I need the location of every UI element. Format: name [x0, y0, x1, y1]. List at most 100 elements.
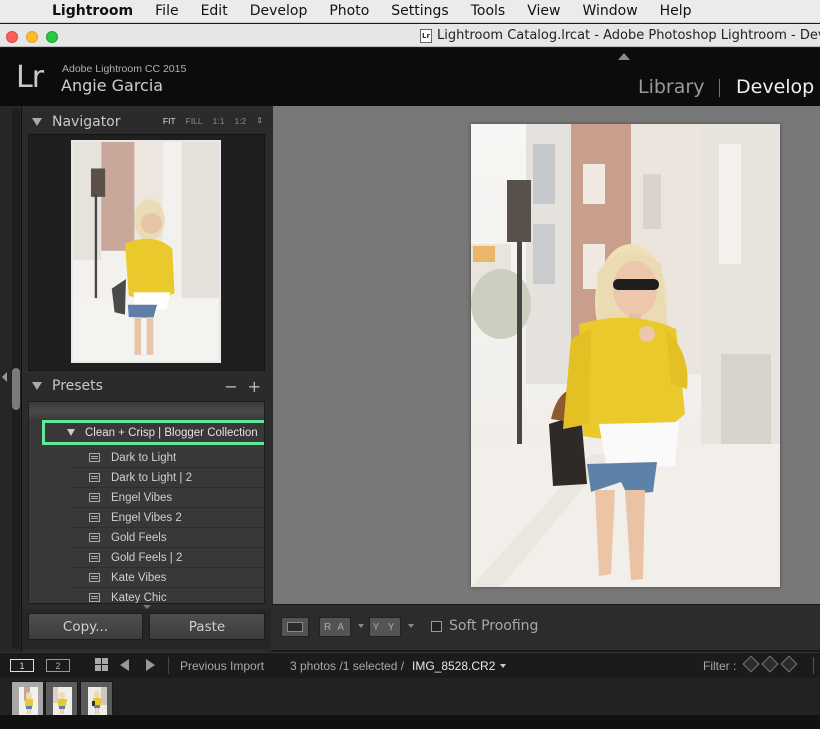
filmstrip-photo-count: 3 photos /1 selected /	[290, 659, 405, 673]
menu-app-name[interactable]: Lightroom	[40, 3, 144, 19]
disclosure-triangle-icon[interactable]	[32, 382, 42, 390]
filmstrip-thumbnail[interactable]	[11, 681, 44, 719]
grid-view-icon[interactable]	[95, 658, 108, 671]
collapse-top-panel-icon[interactable]	[618, 53, 630, 60]
before-after-left-right-button[interactable]: R A	[319, 617, 351, 637]
filter-flag-icons[interactable]	[742, 655, 798, 673]
loupe-view-button[interactable]	[281, 617, 309, 637]
filmstrip-current-file[interactable]: IMG_8528.CR2	[412, 659, 495, 673]
add-preset-button[interactable]: +	[248, 377, 261, 396]
left-panel: Navigator FIT FILL 1:1 1:2 ⇕ Presets − +…	[22, 106, 271, 652]
document-icon: Lr	[420, 28, 432, 43]
preset-item[interactable]: Gold Feels | 2	[69, 548, 264, 568]
menu-tools[interactable]: Tools	[460, 3, 517, 19]
product-name: Adobe Lightroom CC 2015	[62, 63, 187, 75]
preset-item[interactable]: Gold Feels	[69, 528, 264, 548]
filmstrip-thumbnail[interactable]	[80, 681, 113, 719]
preset-folder[interactable]: Clean + Crisp | Blogger Collection	[42, 420, 264, 445]
filmstrip-scroll-area[interactable]	[0, 715, 820, 729]
collapse-left-panel-icon[interactable]	[2, 372, 7, 382]
preset-label: Gold Feels	[111, 531, 167, 544]
preset-icon	[89, 593, 100, 602]
module-library[interactable]: Library	[638, 76, 704, 98]
secondary-window-button[interactable]: 2	[46, 659, 70, 672]
filmstrip-thumbnail[interactable]	[45, 681, 78, 719]
forward-arrow-icon[interactable]	[146, 659, 155, 671]
mac-menubar: Lightroom File Edit Develop Photo Settin…	[0, 0, 820, 23]
zoom-fill[interactable]: FILL	[186, 116, 203, 126]
thumbnail-photo	[19, 687, 38, 715]
navigator-preview-area[interactable]	[28, 134, 265, 371]
preset-item[interactable]: Engel Vibes 2	[69, 508, 264, 528]
menu-file[interactable]: File	[144, 3, 189, 19]
module-develop[interactable]: Develop	[736, 76, 814, 98]
flag-filter-icon[interactable]	[761, 655, 779, 673]
disclosure-triangle-icon[interactable]	[32, 118, 42, 126]
filmstrip-source[interactable]: Previous Import	[180, 659, 264, 673]
preset-label: Katey Chic	[111, 591, 167, 604]
zoom-1-1[interactable]: 1:1	[213, 116, 225, 126]
main-window-button[interactable]: 1	[10, 659, 34, 672]
preset-label: Gold Feels | 2	[111, 551, 183, 564]
presets-list[interactable]: Clean + Crisp | Blogger Collection Dark …	[28, 401, 265, 604]
folder-disclosure-icon[interactable]	[67, 429, 75, 436]
menu-window[interactable]: Window	[571, 3, 648, 19]
preset-icon	[89, 513, 100, 522]
flag-filter-icon[interactable]	[780, 655, 798, 673]
zoom-fit[interactable]: FIT	[163, 116, 176, 126]
window-title: Lr Lightroom Catalog.lrcat - Adobe Photo…	[420, 28, 820, 43]
navigator-zoom-options: FIT FILL 1:1 1:2 ⇕	[153, 116, 263, 126]
loupe-view-icon	[287, 622, 303, 632]
preset-folder-label: Clean + Crisp | Blogger Collection	[85, 426, 258, 439]
preset-item[interactable]: Engel Vibes	[69, 488, 264, 508]
divider	[168, 657, 169, 674]
window-title-text: Lightroom Catalog.lrcat - Adobe Photosho…	[437, 28, 820, 43]
zoom-stepper-icon[interactable]: ⇕	[256, 116, 263, 126]
minimize-window-button[interactable]	[26, 31, 38, 43]
soft-proofing-label[interactable]: Soft Proofing	[449, 618, 538, 634]
menu-edit[interactable]: Edit	[190, 3, 239, 19]
menu-help[interactable]: Help	[649, 3, 703, 19]
identity-plate-bar: Lr Adobe Lightroom CC 2015 Angie Garcia …	[0, 48, 820, 106]
flag-filter-icon[interactable]	[742, 655, 760, 673]
menu-settings[interactable]: Settings	[380, 3, 459, 19]
before-after-top-bottom-button[interactable]: Y Y	[369, 617, 401, 637]
preset-list-top-fade	[29, 402, 264, 420]
main-photo[interactable]	[471, 124, 780, 587]
lightroom-logo: Lr	[16, 60, 44, 95]
copy-settings-button[interactable]: Copy...	[28, 613, 143, 640]
window-titlebar: Lr Lightroom Catalog.lrcat - Adobe Photo…	[0, 24, 820, 47]
left-panel-scrollbar-thumb[interactable]	[12, 368, 20, 410]
menu-develop[interactable]: Develop	[239, 3, 319, 19]
remove-preset-button[interactable]: −	[224, 377, 237, 396]
paste-settings-button[interactable]: Paste	[149, 613, 265, 640]
menu-view[interactable]: View	[516, 3, 571, 19]
close-window-button[interactable]	[6, 31, 18, 43]
preset-item[interactable]: Katey Chic	[69, 588, 264, 604]
preset-icon	[89, 573, 100, 582]
chevron-down-icon[interactable]	[358, 624, 364, 628]
preset-item[interactable]: Dark to Light	[69, 448, 264, 468]
preset-icon	[89, 553, 100, 562]
filmstrip[interactable]	[0, 678, 820, 729]
thumbnail-photo	[53, 687, 72, 715]
chevron-down-icon[interactable]	[408, 624, 414, 628]
preset-item[interactable]: Dark to Light | 2	[69, 468, 264, 488]
thumbnail-photo	[88, 687, 107, 715]
divider	[813, 657, 814, 674]
navigator-thumbnail[interactable]	[71, 140, 221, 363]
thumbnail-image	[19, 687, 38, 715]
back-arrow-icon[interactable]	[120, 659, 129, 671]
preset-actions: − +	[224, 377, 261, 396]
zoom-1-2[interactable]: 1:2	[234, 116, 246, 126]
presets-title: Presets	[52, 378, 103, 394]
chevron-down-icon[interactable]	[500, 664, 506, 668]
image-canvas[interactable]	[271, 106, 820, 604]
preset-item[interactable]: Kate Vibes	[69, 568, 264, 588]
zoom-window-button[interactable]	[46, 31, 58, 43]
navigator-photo	[73, 142, 219, 361]
soft-proofing-checkbox[interactable]	[431, 621, 442, 632]
preset-icon	[89, 493, 100, 502]
menu-photo[interactable]: Photo	[318, 3, 380, 19]
user-name: Angie Garcia	[61, 76, 164, 95]
